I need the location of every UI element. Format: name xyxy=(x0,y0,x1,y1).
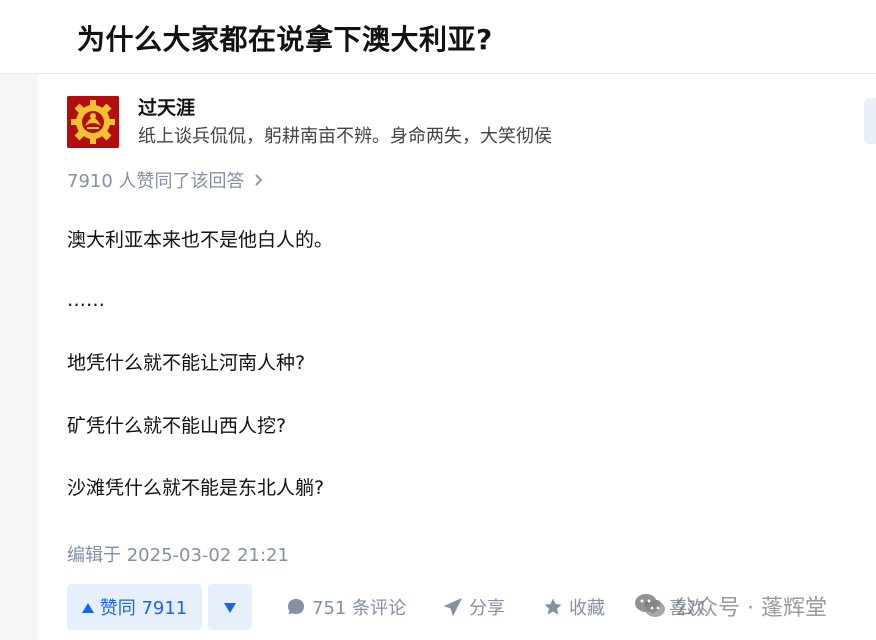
left-gutter xyxy=(0,74,38,640)
answer-paragraph: 澳大利亚本来也不是他白人的。 xyxy=(67,229,334,251)
triangle-up-icon xyxy=(81,597,94,618)
vote-info[interactable]: 7910 人赞同了该回答 xyxy=(67,167,263,193)
collect-button[interactable]: 收藏 xyxy=(543,594,605,620)
share-button[interactable]: 分享 xyxy=(443,594,505,620)
author-name[interactable]: 过天涯 xyxy=(138,93,195,120)
author-bio: 纸上谈兵侃侃，躬耕南亩不辨。身命两失，大笑彻侯 xyxy=(138,126,552,147)
star-icon xyxy=(543,597,563,617)
comment-bubble-icon xyxy=(286,597,306,617)
share-label: 分享 xyxy=(469,598,505,619)
collect-label: 收藏 xyxy=(569,598,605,619)
edit-time[interactable]: 编辑于 2025-03-02 21:21 xyxy=(67,541,289,567)
upvote-button[interactable]: 赞同 7911 xyxy=(67,584,202,630)
question-header: 为什么大家都在说拿下澳大利亚? xyxy=(0,0,876,74)
upvote-label: 赞同 7911 xyxy=(99,598,188,619)
side-tab[interactable] xyxy=(864,98,876,144)
chevron-right-icon xyxy=(254,171,263,192)
downvote-button[interactable] xyxy=(208,584,252,630)
wechat-icon xyxy=(634,592,666,620)
triangle-down-icon xyxy=(224,598,236,617)
answer-paragraph: 矿凭什么就不能山西人挖? xyxy=(67,415,287,437)
answer-paragraph: …… xyxy=(67,289,105,311)
watermark: 公众号 · 蓬辉堂 xyxy=(634,590,827,622)
question-title[interactable]: 为什么大家都在说拿下澳大利亚? xyxy=(77,18,493,58)
answer-paragraph: 地凭什么就不能让河南人种? xyxy=(67,352,306,374)
comment-label: 751 条评论 xyxy=(312,598,407,619)
vote-info-text: 7910 人赞同了该回答 xyxy=(67,171,245,192)
avatar-emblem-icon xyxy=(67,96,119,148)
paper-plane-icon xyxy=(443,597,463,617)
avatar[interactable] xyxy=(67,96,119,148)
watermark-text: 公众号 · 蓬辉堂 xyxy=(674,596,827,621)
comment-button[interactable]: 751 条评论 xyxy=(286,594,406,620)
answer-paragraph: 沙滩凭什么就不能是东北人躺? xyxy=(67,477,325,499)
